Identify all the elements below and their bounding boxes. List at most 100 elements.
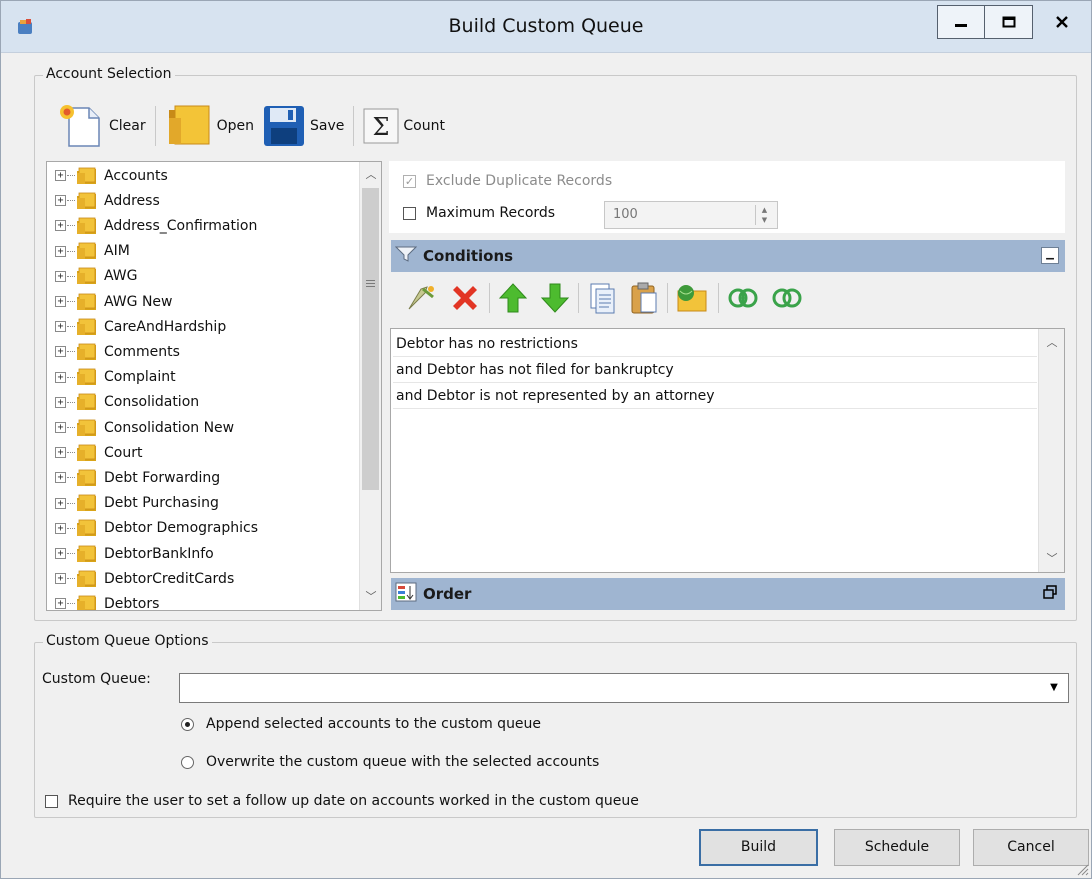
tree-item[interactable]: + Debtors: [55, 591, 159, 610]
paste-button[interactable]: [629, 281, 659, 315]
tree-item[interactable]: + Court: [55, 440, 142, 465]
save-label: Save: [310, 118, 345, 134]
tree-item[interactable]: + Consolidation: [55, 390, 199, 415]
folder-icon: [77, 444, 96, 461]
maximum-records-checkbox[interactable]: Maximum Records: [403, 205, 555, 221]
tree-item[interactable]: + Address: [55, 188, 160, 213]
tree-item[interactable]: + AIM: [55, 239, 130, 264]
cancel-button[interactable]: Cancel: [973, 829, 1089, 866]
tree-item[interactable]: + Address_Confirmation: [55, 213, 257, 238]
tree-item[interactable]: + Complaint: [55, 365, 176, 390]
toolbar-divider: [718, 283, 719, 313]
count-button[interactable]: Σ Count: [359, 100, 449, 152]
conditions-collapse-button[interactable]: ▁: [1041, 247, 1059, 264]
custom-queue-select[interactable]: ▼: [179, 673, 1069, 703]
spin-down-icon[interactable]: ▼: [756, 215, 773, 225]
exclude-duplicates-checkbox[interactable]: ✓ Exclude Duplicate Records: [403, 173, 612, 189]
exclude-duplicates-check[interactable]: ✓: [403, 174, 416, 188]
expand-icon[interactable]: +: [55, 220, 66, 232]
maximum-records-spinner[interactable]: ▲ ▼: [755, 205, 773, 225]
expand-icon[interactable]: +: [55, 371, 66, 383]
expand-icon[interactable]: +: [55, 422, 66, 433]
list-item[interactable]: Debtor has no restrictions: [393, 331, 1037, 357]
expand-icon[interactable]: +: [55, 296, 66, 307]
expand-icon[interactable]: +: [55, 522, 66, 534]
minimize-button[interactable]: [937, 5, 985, 39]
expand-icon[interactable]: +: [55, 270, 66, 282]
list-item[interactable]: and Debtor is not represented by an atto…: [393, 383, 1037, 409]
expand-icon[interactable]: +: [55, 472, 66, 484]
tree-connector: [67, 578, 75, 580]
conditions-toolbar: [399, 277, 809, 319]
tree-item[interactable]: + AWG: [55, 264, 138, 289]
tree-item[interactable]: + DebtorBankInfo: [55, 541, 214, 566]
folder-icon: [77, 570, 96, 587]
order-header[interactable]: Order: [391, 578, 1065, 610]
expand-icon[interactable]: +: [55, 447, 66, 459]
overwrite-radio-label: Overwrite the custom queue with the sele…: [206, 754, 600, 770]
maximum-records-label: Maximum Records: [426, 205, 556, 221]
expand-icon[interactable]: +: [55, 346, 66, 358]
expand-icon[interactable]: +: [55, 497, 66, 509]
expand-icon[interactable]: +: [55, 573, 66, 585]
scroll-down-icon[interactable]: ﹀: [360, 586, 381, 608]
expand-icon[interactable]: +: [55, 396, 66, 408]
edit-condition-button[interactable]: [405, 283, 437, 313]
tree-scroll-thumb[interactable]: [362, 188, 379, 490]
dropdown-arrow-icon[interactable]: ▼: [1044, 678, 1064, 698]
tree-item[interactable]: + Consolidation New: [55, 415, 234, 440]
clear-button[interactable]: Clear: [49, 100, 150, 152]
tree-connector: [67, 527, 75, 529]
append-radio[interactable]: Append selected accounts to the custom q…: [181, 716, 541, 732]
move-down-button[interactable]: [540, 282, 570, 314]
maximum-records-input[interactable]: 100 ▲ ▼: [604, 201, 778, 229]
expand-icon[interactable]: +: [55, 598, 66, 610]
copy-button[interactable]: [587, 282, 617, 314]
expand-icon[interactable]: +: [55, 195, 66, 207]
tree-item[interactable]: + Comments: [55, 339, 180, 364]
tree-item-label: AWG: [104, 268, 138, 285]
expand-icon[interactable]: +: [55, 245, 66, 257]
schedule-button[interactable]: Schedule: [834, 829, 960, 866]
expand-icon[interactable]: +: [55, 548, 66, 559]
expand-icon[interactable]: +: [55, 170, 66, 181]
maximum-records-check[interactable]: [403, 206, 416, 220]
list-item[interactable]: and Debtor has not filed for bankruptcy: [393, 357, 1037, 383]
save-button[interactable]: Save: [258, 100, 348, 152]
follow-up-check[interactable]: [45, 794, 58, 808]
close-button[interactable]: [1033, 5, 1091, 39]
order-restore-button[interactable]: [1041, 585, 1059, 602]
spin-up-icon[interactable]: ▲: [756, 205, 773, 215]
open-button[interactable]: Open: [161, 100, 258, 152]
delete-condition-button[interactable]: [449, 282, 481, 314]
and-group-button[interactable]: [727, 287, 759, 309]
scroll-up-icon[interactable]: ︿: [1039, 332, 1065, 354]
overwrite-radio-circle[interactable]: [181, 755, 194, 769]
tree-item[interactable]: + AWG New: [55, 289, 173, 314]
conditions-scrollbar[interactable]: ︿ ﹀: [1038, 329, 1064, 572]
conditions-list[interactable]: Debtor has no restrictions and Debtor ha…: [390, 328, 1065, 573]
expand-icon[interactable]: +: [55, 321, 66, 333]
tree-item[interactable]: + Debt Purchasing: [55, 491, 219, 516]
scroll-down-icon[interactable]: ﹀: [1039, 548, 1065, 570]
open-condition-button[interactable]: [676, 283, 710, 313]
overwrite-radio[interactable]: Overwrite the custom queue with the sele…: [181, 754, 599, 770]
move-up-button[interactable]: [498, 282, 528, 314]
tree-scrollbar[interactable]: ︿ ﹀: [359, 162, 381, 610]
follow-up-checkbox[interactable]: Require the user to set a follow up date…: [45, 793, 639, 809]
tree-item[interactable]: + DebtorCreditCards: [55, 566, 234, 591]
conditions-header[interactable]: Conditions ▁: [391, 240, 1065, 272]
append-radio-circle[interactable]: [181, 717, 194, 731]
tree-item[interactable]: + CareAndHardship: [55, 314, 226, 339]
table-tree[interactable]: + Accounts + Address + Address_Confirmation + A…: [46, 161, 382, 611]
tree-item[interactable]: + Debt Forwarding: [55, 465, 220, 490]
scroll-up-icon[interactable]: ︿: [360, 164, 381, 186]
tree-connector: [67, 401, 75, 403]
tree-item[interactable]: + Debtor Demographics: [55, 516, 258, 541]
or-group-button[interactable]: [771, 287, 803, 309]
folder-icon: [77, 217, 96, 234]
resize-grip-icon[interactable]: [1075, 862, 1089, 876]
build-button[interactable]: Build: [699, 829, 818, 866]
tree-item[interactable]: + Accounts: [55, 163, 168, 188]
maximize-button[interactable]: [985, 5, 1033, 39]
